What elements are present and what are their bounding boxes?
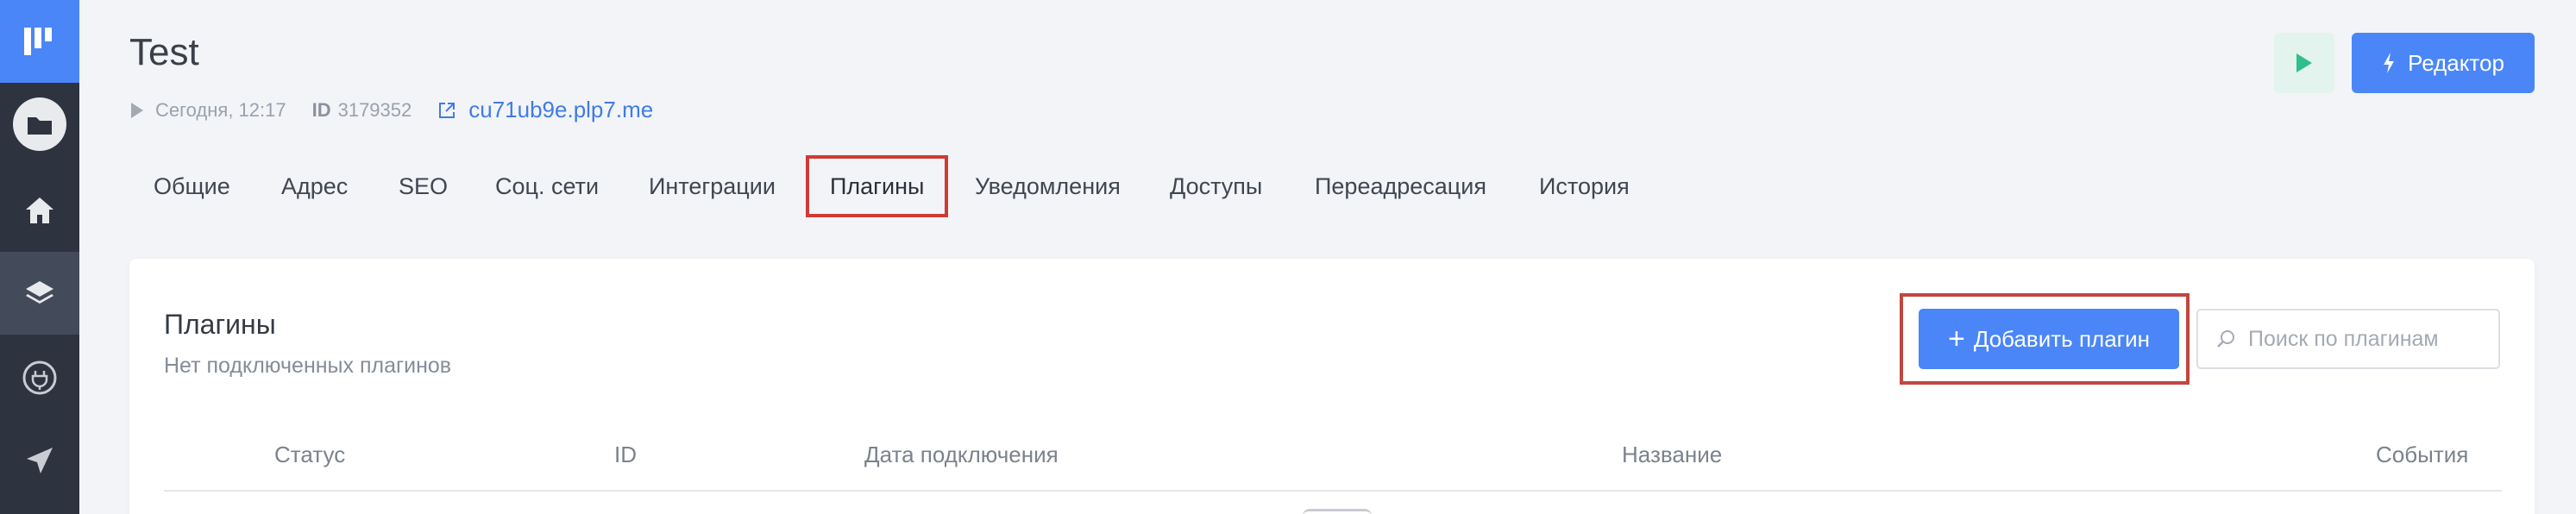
table-header: Статус ID Дата подключения Название Собы… — [164, 431, 2502, 492]
tab-seo[interactable]: SEO — [399, 155, 448, 217]
layers-icon — [26, 281, 53, 304]
empty-state-image — [1303, 509, 1372, 514]
sidebar — [0, 0, 79, 514]
tab-integrations[interactable]: Интеграции — [649, 155, 776, 217]
sidebar-item-home[interactable] — [0, 169, 79, 252]
card-subtitle: Нет подключенных плагинов — [164, 354, 452, 378]
tab-social[interactable]: Соц. сети — [495, 155, 599, 217]
column-status: Статус — [274, 442, 346, 467]
logo-icon — [24, 28, 52, 55]
column-events: События — [2376, 442, 2469, 467]
plug-icon — [22, 360, 57, 395]
column-name: Название — [1622, 442, 1723, 467]
page-title: Test — [129, 31, 199, 73]
folder-icon — [13, 97, 66, 151]
plugin-search-input[interactable]: Поиск по плагинам — [2196, 309, 2500, 369]
meta-id-value: 3179352 — [337, 98, 412, 121]
sidebar-item-projects[interactable] — [0, 83, 79, 166]
preview-button[interactable] — [2274, 33, 2334, 93]
add-plugin-button[interactable]: + Добавить плагин — [1919, 309, 2179, 369]
tab-history[interactable]: История — [1539, 155, 1630, 217]
search-placeholder: Поиск по плагинам — [2248, 326, 2439, 351]
external-link-icon — [439, 102, 456, 118]
add-plugin-label: Добавить плагин — [1973, 325, 2151, 352]
sidebar-item-integrations[interactable] — [0, 336, 79, 419]
tab-notifications[interactable]: Уведомления — [975, 155, 1121, 217]
search-icon — [2217, 330, 2234, 348]
editor-button[interactable]: Редактор — [2352, 33, 2535, 93]
site-link[interactable]: cu71ub9e.plp7.me — [468, 97, 653, 123]
tab-general[interactable]: Общие — [154, 155, 230, 217]
editor-button-label: Редактор — [2408, 49, 2504, 76]
tab-access[interactable]: Доступы — [1170, 155, 1262, 217]
settings-tabs: Общие Адрес SEO Соц. сети Интеграции Пла… — [129, 155, 1665, 217]
tab-redirect[interactable]: Переадресация — [1315, 155, 1486, 217]
play-icon — [2296, 53, 2312, 72]
plus-icon: + — [1947, 323, 1965, 355]
send-icon — [27, 448, 53, 473]
sidebar-item-send[interactable] — [0, 419, 79, 502]
card-title: Плагины — [164, 309, 276, 340]
meta-id-label: ID — [311, 98, 331, 121]
plugins-card: Плагины Нет подключенных плагинов + Доба… — [129, 259, 2535, 514]
home-icon — [26, 197, 53, 223]
column-id: ID — [614, 442, 637, 467]
play-small-icon — [131, 102, 143, 118]
tab-address[interactable]: Адрес — [281, 155, 348, 217]
meta-date: Сегодня, 12:17 — [155, 98, 286, 121]
sidebar-item-layers[interactable] — [0, 252, 79, 335]
logo[interactable] — [0, 0, 79, 83]
tab-plugins[interactable]: Плагины — [806, 155, 949, 217]
lightning-icon — [2384, 53, 2395, 73]
page-meta: Сегодня, 12:17 ID 3179352 cu71ub9e.plp7.… — [129, 97, 653, 123]
column-date: Дата подключения — [864, 442, 1059, 467]
